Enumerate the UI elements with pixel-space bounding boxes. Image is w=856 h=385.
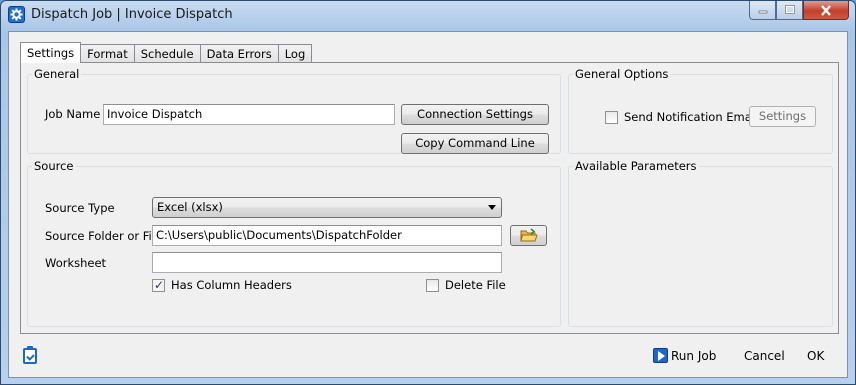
source-type-value: Excel (xlsx) bbox=[157, 200, 223, 214]
tab-settings[interactable]: Settings bbox=[20, 42, 82, 63]
dialog-client-area: Settings Format Schedule Data Errors Log… bbox=[8, 31, 848, 378]
available-parameters-group: Available Parameters bbox=[568, 159, 833, 327]
source-group: Source Source Type Excel (xlsx) Source F… bbox=[27, 159, 561, 327]
general-options-group: General Options Send Notification Email … bbox=[568, 67, 833, 154]
copy-command-line-button[interactable]: Copy Command Line bbox=[401, 133, 549, 154]
general-group-label: General bbox=[34, 67, 80, 81]
job-name-input[interactable]: Invoice Dispatch bbox=[103, 104, 395, 125]
tab-strip: Settings Format Schedule Data Errors Log bbox=[20, 41, 313, 63]
connection-settings-button[interactable]: Connection Settings bbox=[401, 104, 549, 125]
settings-tab-panel: General Job Name Invoice Dispatch Connec… bbox=[20, 62, 839, 334]
minimize-button[interactable] bbox=[749, 1, 776, 20]
source-folder-input[interactable]: C:\Users\public\Documents\DispatchFolder bbox=[152, 225, 502, 246]
send-notification-label: Send Notification Email bbox=[624, 110, 759, 124]
window-title: Dispatch Job | Invoice Dispatch bbox=[31, 7, 233, 22]
cancel-button[interactable]: Cancel bbox=[744, 349, 785, 363]
clipboard-check-icon[interactable] bbox=[23, 346, 37, 364]
tab-log[interactable]: Log bbox=[277, 44, 313, 63]
general-options-group-label: General Options bbox=[575, 67, 669, 81]
source-type-select[interactable]: Excel (xlsx) bbox=[152, 197, 502, 218]
maximize-button[interactable] bbox=[776, 1, 803, 20]
tab-data-errors[interactable]: Data Errors bbox=[199, 44, 279, 63]
worksheet-input[interactable] bbox=[152, 252, 502, 273]
job-name-label: Job Name bbox=[45, 107, 101, 121]
general-group: General Job Name Invoice Dispatch Connec… bbox=[27, 67, 561, 154]
tab-schedule[interactable]: Schedule bbox=[133, 44, 201, 63]
source-group-label: Source bbox=[34, 159, 74, 173]
available-parameters-group-label: Available Parameters bbox=[575, 159, 697, 173]
has-column-headers-checkbox[interactable]: ✓ bbox=[152, 278, 165, 292]
run-job-icon[interactable] bbox=[653, 348, 668, 363]
ok-button[interactable]: OK bbox=[807, 349, 824, 363]
worksheet-label: Worksheet bbox=[45, 256, 107, 270]
run-job-button[interactable]: Run Job bbox=[671, 349, 716, 363]
notification-settings-button[interactable]: Settings bbox=[749, 106, 816, 127]
source-folder-label: Source Folder or File bbox=[45, 229, 163, 243]
open-folder-icon bbox=[519, 228, 538, 242]
delete-file-label: Delete File bbox=[445, 278, 506, 292]
title-bar[interactable]: Dispatch Job | Invoice Dispatch bbox=[1, 1, 855, 29]
gear-icon bbox=[8, 6, 25, 23]
checkmark-icon: ✓ bbox=[154, 278, 165, 292]
caption-buttons bbox=[749, 1, 849, 21]
send-notification-checkbox[interactable] bbox=[605, 111, 618, 124]
has-column-headers-label: Has Column Headers bbox=[171, 278, 292, 292]
chevron-down-icon bbox=[488, 205, 496, 210]
tab-format[interactable]: Format bbox=[80, 44, 135, 63]
maximize-icon bbox=[784, 5, 795, 14]
dispatch-job-window: Dispatch Job | Invoice Dispatch Settings… bbox=[0, 0, 856, 385]
close-icon bbox=[821, 4, 831, 16]
source-type-label: Source Type bbox=[45, 201, 115, 215]
delete-file-checkbox[interactable] bbox=[426, 279, 439, 292]
close-button[interactable] bbox=[803, 1, 849, 20]
minimize-icon bbox=[758, 10, 767, 14]
browse-folder-button[interactable] bbox=[510, 225, 547, 246]
